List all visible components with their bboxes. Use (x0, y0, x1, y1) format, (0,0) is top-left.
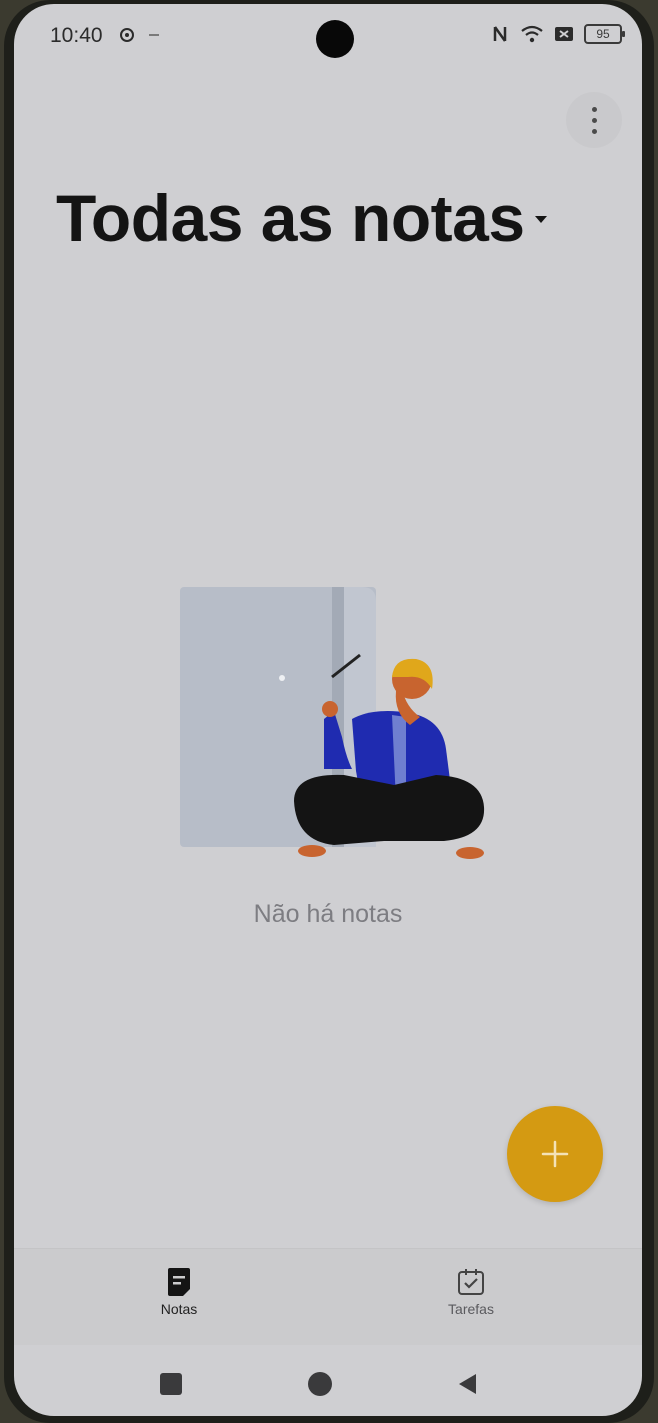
system-navigation-bar (14, 1344, 642, 1416)
home-button[interactable] (296, 1360, 344, 1408)
tab-tasks-label: Tarefas (448, 1301, 494, 1317)
plus-icon (541, 1140, 569, 1168)
more-vertical-icon (591, 106, 597, 134)
nfc-icon (493, 26, 507, 42)
phone-frame: 10:40 95 Todas as notas Não há notas Not… (4, 0, 654, 1423)
back-icon (459, 1374, 476, 1394)
home-icon (308, 1372, 332, 1396)
note-icon (168, 1268, 190, 1296)
empty-state-message: Não há notas (253, 900, 403, 928)
page-title-text: Todas as notas (56, 181, 525, 255)
bottom-navigation: Notas Tarefas (14, 1248, 642, 1345)
settings-icon (120, 28, 134, 42)
tab-notes-label: Notas (160, 1301, 198, 1317)
page-title[interactable]: Todas as notas (56, 180, 547, 256)
dropdown-caret-icon (534, 216, 547, 224)
more-options-button[interactable] (566, 92, 622, 148)
sim-icon (555, 27, 573, 41)
back-button[interactable] (444, 1360, 492, 1408)
wifi-icon (521, 25, 543, 43)
status-time: 10:40 (50, 24, 103, 47)
empty-notes-illustration (180, 587, 485, 859)
add-note-button[interactable] (507, 1106, 603, 1202)
app-screen: 10:40 95 Todas as notas Não há notas Not… (14, 4, 642, 1416)
minus-icon (149, 34, 159, 36)
tab-notes[interactable]: Notas (139, 1267, 219, 1337)
front-camera (316, 20, 354, 58)
status-bar: 10:40 95 (14, 4, 642, 64)
recents-icon (160, 1373, 182, 1395)
tab-tasks[interactable]: Tarefas (431, 1267, 511, 1337)
recents-button[interactable] (147, 1360, 195, 1408)
battery-icon: 95 (584, 24, 625, 44)
status-left-icons (118, 26, 160, 44)
task-checkbox-icon (458, 1269, 484, 1295)
status-right-icons: 95 (492, 24, 625, 44)
